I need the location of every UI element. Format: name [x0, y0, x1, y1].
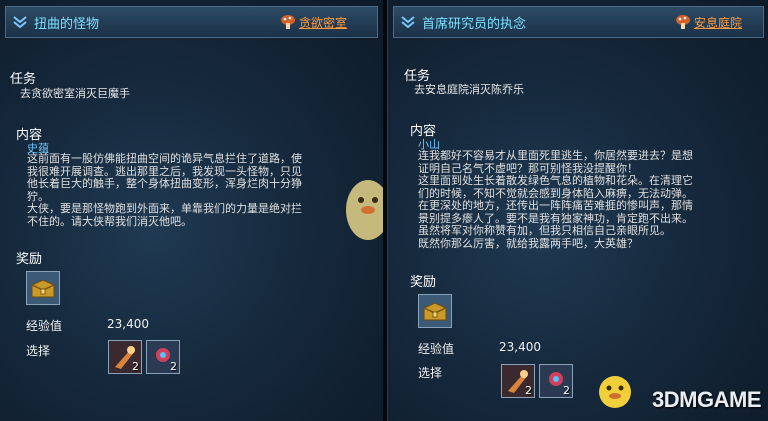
reward-chest-item[interactable] [26, 271, 60, 305]
choice-item-1[interactable]: 2 [108, 340, 142, 374]
content-line: 连我都好不容易才从里面死里逃生，你居然要进去？是想 [418, 149, 693, 162]
content-line: 这前面有一股仿佛能扭曲空间的诡异气息拦住了道路，使 [27, 152, 302, 165]
reward-chest-item[interactable] [418, 294, 452, 328]
reward-heading: 奖励 [16, 252, 43, 267]
exp-value: 23,400 [107, 317, 149, 331]
exp-value: 23,400 [499, 340, 541, 354]
content-line: 这里面到处生长着散发绿色气息的植物和花朵。在清理它 [418, 174, 693, 187]
item-count: 2 [525, 384, 532, 397]
exp-label: 经验值 [418, 342, 455, 356]
mascot-icon [599, 376, 631, 408]
quest-panel-right: 首席研究员的执念 安息庭院 任务 去安息庭院消灭陈乔乐 内容 小山 连我都好不容… [387, 0, 768, 421]
task-description: 去贪欲密室消灭巨魔手 [20, 87, 130, 100]
quest-title: 首席研究员的执念 [422, 17, 527, 32]
chevron-down-icon[interactable] [12, 15, 28, 29]
exp-label: 经验值 [26, 319, 63, 333]
location-link[interactable]: 安息庭院 [694, 14, 742, 31]
location-link[interactable]: 贪欲密室 [299, 14, 347, 31]
content-line: 虽然将军对你称赞有加，但我只相信自己亲眼所见。 [418, 224, 671, 237]
item-count: 2 [170, 360, 177, 373]
choice-item-1[interactable]: 2 [501, 364, 535, 398]
location-mushroom-icon [676, 15, 690, 29]
quest-panel-left: 扭曲的怪物 贪欲密室 任务 去贪欲密室消灭巨魔手 内容 史蕴 这前面有一股仿佛能… [0, 0, 385, 421]
choice-item-2[interactable]: 2 [146, 340, 180, 374]
mascot-icon [346, 180, 383, 240]
quest-content: 连我都好不容易才从里面死里逃生，你居然要进去？是想 证明自己名气不虚吧？那可别怪… [418, 149, 763, 250]
quest-title: 扭曲的怪物 [34, 17, 100, 32]
location-mushroom-icon [281, 15, 295, 29]
reward-heading: 奖励 [410, 275, 437, 290]
treasure-chest-icon [27, 272, 59, 304]
quest-header: 首席研究员的执念 安息庭院 [393, 6, 764, 38]
content-line: 他长着巨大的触手，整个身体扭曲变形，浑身烂肉十分狰 [27, 177, 302, 190]
watermark: 3DMGAME [652, 387, 761, 412]
content-line: 不住的。请大侠帮我们消灭他吧。 [27, 214, 192, 228]
chevron-down-icon[interactable] [400, 15, 416, 29]
item-count: 2 [132, 360, 139, 373]
treasure-chest-icon [419, 295, 451, 327]
quest-content: 这前面有一股仿佛能扭曲空间的诡异气息拦住了道路，使 我很难开展调查。逃出那里之后… [27, 152, 377, 228]
choose-label: 选择 [418, 366, 443, 380]
quest-header: 扭曲的怪物 贪欲密室 [5, 6, 378, 38]
item-count: 2 [563, 384, 570, 397]
choose-label: 选择 [26, 344, 51, 358]
choice-item-2[interactable]: 2 [539, 364, 573, 398]
content-line: 大侠，要是那怪物跑到外面来，单靠我们的力量是绝对拦 [27, 202, 302, 215]
content-line: 在更深处的地方，还传出一阵阵痛苦难捱的惨叫声，那情 [418, 199, 693, 212]
task-description: 去安息庭院消灭陈乔乐 [414, 83, 524, 96]
content-line: 既然你那么厉害，就给我露两手吧，大英雄？ [418, 236, 638, 250]
